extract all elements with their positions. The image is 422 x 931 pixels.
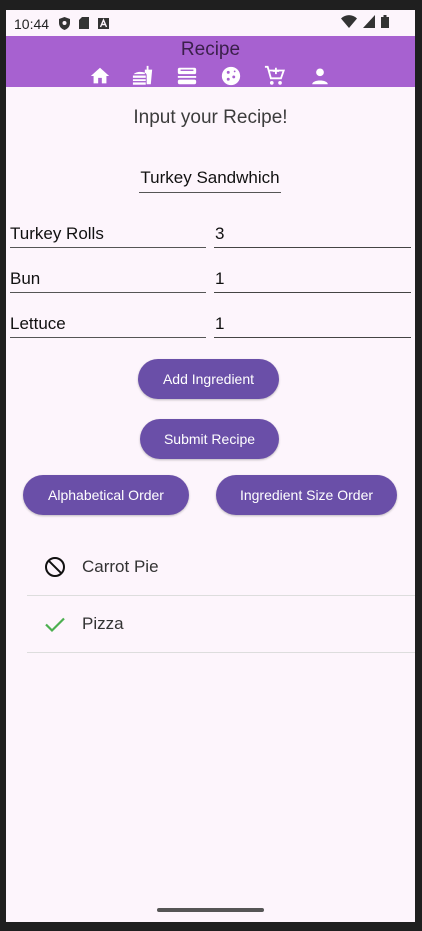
- ingredient-row: Bun 1: [10, 268, 411, 293]
- ingredient-row: Turkey Rolls 3: [10, 223, 411, 248]
- cookie-icon[interactable]: [220, 65, 242, 87]
- list-item[interactable]: Pizza: [27, 596, 415, 653]
- list-item[interactable]: Carrot Pie: [27, 539, 415, 596]
- ingredient-size-order-button[interactable]: Ingredient Size Order: [216, 475, 397, 515]
- home-indicator[interactable]: [157, 908, 264, 912]
- list-item-label: Carrot Pie: [82, 557, 159, 576]
- page-heading: Input your Recipe!: [133, 107, 288, 128]
- sd-card-icon: [79, 17, 89, 33]
- status-time: 10:44: [14, 16, 50, 32]
- person-icon[interactable]: [309, 65, 331, 87]
- ingredient-quantity-field[interactable]: 1: [214, 268, 411, 293]
- fastfood-icon[interactable]: [132, 65, 154, 87]
- check-icon: [43, 612, 67, 636]
- ingredient-name-field[interactable]: Bun: [10, 268, 206, 293]
- block-icon: [43, 555, 67, 579]
- submit-recipe-button[interactable]: Submit Recipe: [140, 419, 279, 459]
- ingredient-quantity-field[interactable]: 1: [214, 313, 411, 338]
- alphabetical-order-button[interactable]: Alphabetical Order: [23, 475, 189, 515]
- cell-signal-icon: [363, 15, 375, 31]
- cart-icon[interactable]: [264, 65, 286, 87]
- app-title: Recipe: [180, 39, 241, 60]
- ingredient-name-field[interactable]: Lettuce: [10, 313, 206, 338]
- ingredient-row: Lettuce 1: [10, 313, 411, 338]
- ingredient-name-field[interactable]: Turkey Rolls: [10, 223, 206, 248]
- nav-icon-row: [6, 65, 415, 87]
- status-bar: 10:44: [6, 10, 415, 36]
- home-icon[interactable]: [89, 65, 111, 87]
- recipe-list: Carrot Pie Pizza: [27, 539, 415, 653]
- recipe-name-field[interactable]: Turkey Sandwhich: [139, 166, 281, 193]
- shield-icon: [59, 17, 70, 33]
- battery-icon: [381, 15, 389, 31]
- add-ingredient-button[interactable]: Add Ingredient: [138, 359, 279, 399]
- wifi-icon: [341, 15, 357, 31]
- app-screen: 10:44 Recipe Input your Recipe! Turkey S…: [6, 10, 415, 922]
- app-bar: Recipe: [6, 36, 415, 87]
- font-a-icon: [98, 17, 109, 33]
- list-item-label: Pizza: [82, 614, 124, 633]
- ingredient-quantity-field[interactable]: 3: [214, 223, 411, 248]
- dinner-icon[interactable]: [176, 65, 198, 87]
